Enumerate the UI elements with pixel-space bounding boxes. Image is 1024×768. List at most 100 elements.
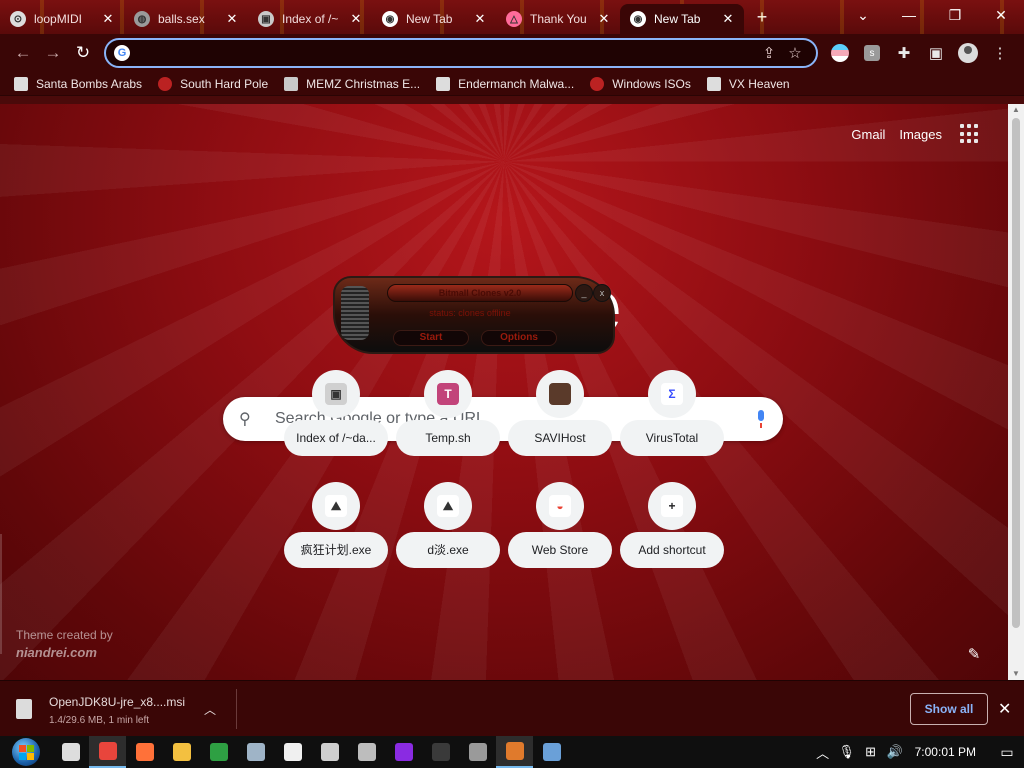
taskbar-app-glyph <box>246 743 265 761</box>
shortcut-tile[interactable]: ▣ Index of /~da... <box>284 370 388 470</box>
shortcut-tile[interactable]: ◒ Web Store <box>508 482 612 582</box>
shortcut-tile[interactable]: ⛰ 疯狂计划.exe <box>284 482 388 582</box>
notifications-icon[interactable]: ▭ <box>990 744 1024 761</box>
chrome-icon: ◉ <box>630 11 646 27</box>
window-controls: ⌄ — ❐ ✕ <box>840 0 1024 30</box>
microphone-icon[interactable] <box>755 410 767 428</box>
app-gear-icon[interactable] <box>348 736 385 768</box>
firefox-taskbar-icon[interactable] <box>126 736 163 768</box>
tab-close-icon[interactable]: ✕ <box>348 11 364 27</box>
chrome-taskbar-icon[interactable] <box>89 736 126 768</box>
app-monitor-icon[interactable] <box>533 736 570 768</box>
tab-close-icon[interactable]: ✕ <box>596 11 612 27</box>
menu-kebab-icon[interactable]: ⋮ <box>984 38 1016 68</box>
forward-button[interactable]: → <box>38 38 68 68</box>
taskbar-app-glyph <box>468 743 487 761</box>
scrollbar-thumb[interactable] <box>1012 118 1020 628</box>
bookmark-5[interactable]: Windows ISOs <box>590 76 691 91</box>
shortcut-tile[interactable]: ⛰ d淡.exe <box>396 482 500 582</box>
widget-options-button[interactable]: Options <box>481 330 557 346</box>
download-filename[interactable]: OpenJDK8U-jre_x8....msi <box>49 695 185 709</box>
tab-2[interactable]: ◍ balls.sex ✕ <box>124 4 248 34</box>
7zip-icon[interactable] <box>274 736 311 768</box>
app-purple-icon[interactable] <box>385 736 422 768</box>
clock[interactable]: 7:00:01 PM <box>907 745 990 759</box>
bookmark-1[interactable]: Santa Bombs Arabs <box>14 76 142 91</box>
address-input[interactable] <box>138 45 756 61</box>
tab-1[interactable]: ⊙ loopMIDI ✕ <box>0 4 124 34</box>
widget-minimize-button[interactable]: _ <box>575 284 593 302</box>
back-button[interactable]: ← <box>8 38 38 68</box>
tab-4[interactable]: ◉ New Tab ✕ <box>372 4 496 34</box>
app-green-icon[interactable] <box>200 736 237 768</box>
theme-credit-site[interactable]: niandrei.com <box>16 644 113 662</box>
profile-avatar[interactable] <box>952 38 984 68</box>
show-hidden-icons-chevron-icon[interactable]: ︿ <box>811 743 835 762</box>
extension-flag-icon[interactable] <box>824 38 856 68</box>
close-window-button[interactable]: ✕ <box>978 0 1024 30</box>
share-icon[interactable]: ⇪ <box>756 44 782 62</box>
bookmark-star-icon[interactable]: ☆ <box>782 44 808 62</box>
app-network-icon[interactable] <box>237 736 274 768</box>
minimize-button[interactable]: — <box>886 0 932 30</box>
shortcut-tile[interactable]: T Temp.sh <box>396 370 500 470</box>
reload-button[interactable]: ↻ <box>68 38 98 68</box>
widget-start-button[interactable]: Start <box>393 330 469 346</box>
new-tab-button[interactable]: + <box>748 3 776 31</box>
tab-search-button[interactable]: ⌄ <box>840 0 886 30</box>
bookmark-6[interactable]: VX Heaven <box>706 76 790 91</box>
shortcut-tile[interactable]: Σ VirusTotal <box>620 370 724 470</box>
bookmark-2[interactable]: South Hard Pole <box>158 76 268 91</box>
audio-app-icon[interactable] <box>459 736 496 768</box>
cmd-icon[interactable] <box>422 736 459 768</box>
show-all-button[interactable]: Show all <box>910 693 988 725</box>
app-orange-icon[interactable] <box>496 736 533 768</box>
widget-grip[interactable] <box>341 286 369 340</box>
theme-credit-text: Theme created by <box>16 628 113 642</box>
exe-icon: ⛰ <box>437 495 459 517</box>
tab-close-icon[interactable]: ✕ <box>224 11 240 27</box>
network-icon[interactable]: ⊞ <box>859 744 883 760</box>
start-button[interactable] <box>0 736 52 768</box>
tab-close-icon[interactable]: ✕ <box>720 11 736 27</box>
task-view-icon[interactable] <box>52 736 89 768</box>
scroll-down-arrow-icon[interactable]: ▼ <box>1008 668 1024 680</box>
taskbar-app-glyph <box>431 743 450 761</box>
shortcut-label: VirusTotal <box>620 420 724 456</box>
scroll-up-arrow-icon[interactable]: ▲ <box>1008 104 1024 116</box>
bookmark-4[interactable]: Endermanch Malwa... <box>436 76 574 91</box>
tab-close-icon[interactable]: ✕ <box>472 11 488 27</box>
address-bar[interactable]: G ⇪ ☆ <box>104 38 818 68</box>
close-shelf-icon[interactable]: ✕ <box>998 699 1011 719</box>
shortcut-tile[interactable]: + Add shortcut <box>620 482 724 582</box>
page-icon <box>284 76 299 91</box>
shortcut-icon-circle: ◒ <box>536 482 584 530</box>
widget-close-button[interactable]: x <box>593 284 611 302</box>
tab-5[interactable]: △ Thank You ✕ <box>496 4 620 34</box>
msi-file-icon <box>16 699 32 719</box>
shortcut-tile[interactable]: ● SAVIHost <box>508 370 612 470</box>
app-round-icon[interactable] <box>311 736 348 768</box>
tab-close-icon[interactable]: ✕ <box>100 11 116 27</box>
side-panel-icon[interactable]: ▣ <box>920 38 952 68</box>
bookmark-3[interactable]: MEMZ Christmas E... <box>284 76 420 91</box>
google-apps-icon[interactable] <box>960 124 980 144</box>
microphone-tray-icon[interactable]: 🎙 <box>835 744 859 760</box>
chevron-up-icon[interactable]: ︿ <box>204 701 216 718</box>
tab-title: balls.sex <box>158 12 205 26</box>
extension-s-icon[interactable]: s <box>856 38 888 68</box>
tab-6[interactable]: ◉ New Tab ✕ <box>620 4 744 34</box>
volume-icon[interactable]: 🔊 <box>883 744 907 760</box>
page-scrollbar[interactable]: ▲ ▼ <box>1008 104 1024 680</box>
shortcut-label: d淡.exe <box>396 532 500 568</box>
images-link[interactable]: Images <box>899 127 942 142</box>
restore-button[interactable]: ❐ <box>932 0 978 30</box>
taskbar-app-glyph <box>172 743 191 761</box>
extensions-puzzle-icon[interactable]: ✚ <box>888 38 920 68</box>
search-icon: ⚲ <box>239 411 251 428</box>
gmail-link[interactable]: Gmail <box>851 127 885 142</box>
tab-3[interactable]: ▣ Index of /~ ✕ <box>248 4 372 34</box>
explorer-taskbar-icon[interactable] <box>163 736 200 768</box>
widget-status: status: clones offline <box>429 308 511 318</box>
customize-pencil-icon[interactable]: ✎ <box>958 638 990 670</box>
